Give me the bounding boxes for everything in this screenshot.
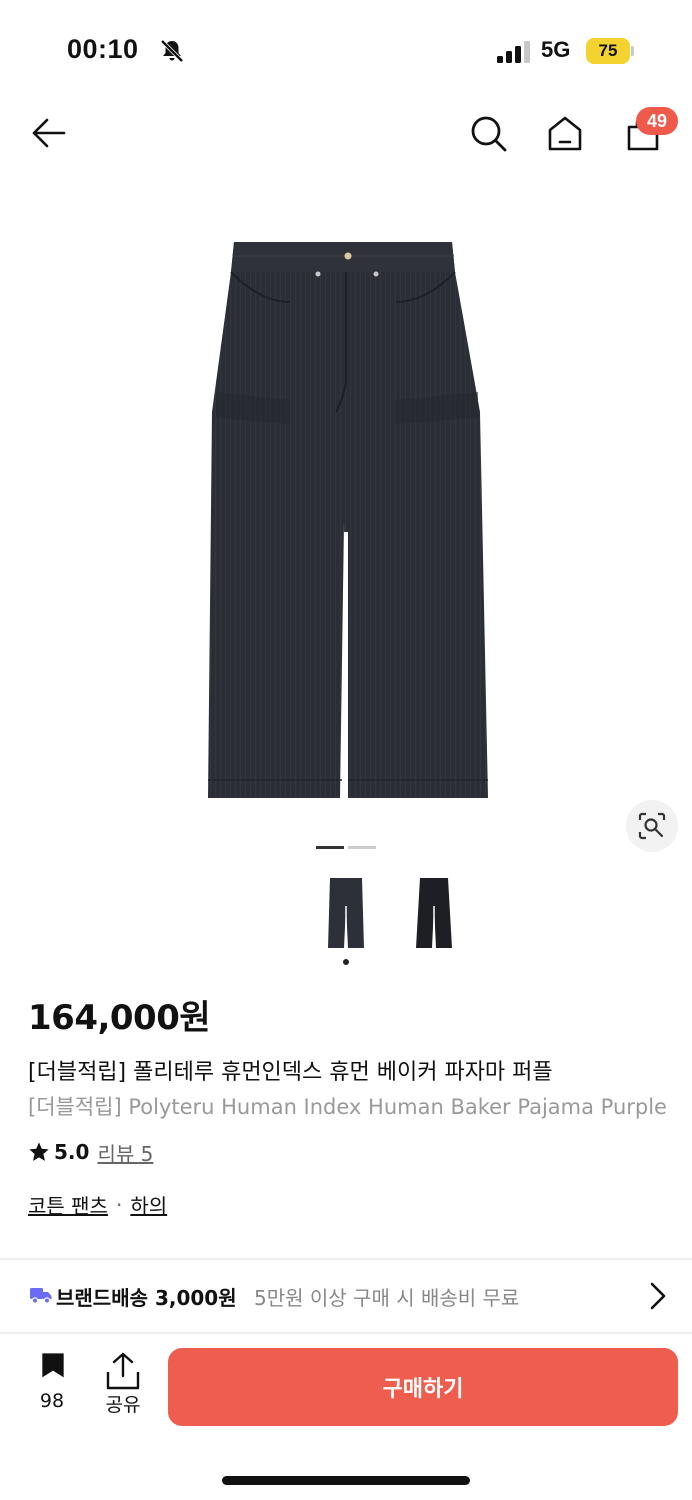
status-time: 00:10 <box>67 34 139 64</box>
search-button[interactable] <box>464 109 512 157</box>
search-icon <box>471 116 507 152</box>
page-indicator-active <box>316 846 344 849</box>
category-cotton-pants[interactable]: 코튼 팬츠 <box>28 1190 108 1219</box>
shipping-info-row[interactable]: 브랜드배송 3,000원 5만원 이상 구매 시 배송비 무료 <box>0 1260 692 1332</box>
category-separator: · <box>115 1192 123 1217</box>
home-indicator <box>222 1476 470 1485</box>
back-arrow-icon <box>32 118 66 148</box>
status-bar: 00:10 5G 75 <box>0 0 692 100</box>
back-button[interactable] <box>24 109 72 157</box>
cart-count-badge: 49 <box>636 107 678 135</box>
thumbnail-2[interactable] <box>414 876 454 950</box>
thumbnail-1[interactable] <box>326 876 366 950</box>
signal-icon <box>497 41 530 63</box>
category-breadcrumb: 코튼 팬츠 · 하의 <box>28 1190 167 1219</box>
rating-value: 5.0 <box>54 1140 90 1164</box>
buy-button[interactable]: 구매하기 <box>168 1348 678 1426</box>
star-icon <box>29 1142 49 1161</box>
battery-icon: 75 <box>586 38 634 64</box>
share-label[interactable]: 공유 <box>93 1390 153 1417</box>
bookmark-icon[interactable] <box>34 1352 72 1392</box>
network-label: 5G <box>541 37 571 62</box>
battery-level: 75 <box>598 41 618 60</box>
lens-search-button[interactable] <box>626 800 678 852</box>
product-title-english: [더블적립] Polyteru Human Index Human Baker … <box>28 1095 667 1119</box>
bookmark-count: 98 <box>39 1390 65 1412</box>
review-link[interactable]: 리뷰 5 <box>97 1138 153 1167</box>
shipping-description: 5만원 이상 구매 시 배송비 무료 <box>254 1286 520 1310</box>
share-icon[interactable] <box>102 1352 144 1392</box>
home-icon <box>548 116 582 151</box>
rating-row: 5.0 리뷰 5 <box>28 1138 153 1166</box>
chevron-right-icon <box>650 1282 666 1310</box>
product-title-korean: [더블적립] 폴리테루 휴먼인덱스 휴먼 베이커 파자마 퍼플 <box>28 1060 553 1085</box>
product-image[interactable] <box>190 232 502 806</box>
product-price: 164,000원 <box>28 998 211 1038</box>
bell-off-icon <box>160 39 184 63</box>
shipping-title: 브랜드배송 3,000원 <box>56 1286 237 1310</box>
page-indicator-inactive <box>348 846 376 849</box>
truck-icon <box>30 1288 52 1304</box>
home-button[interactable] <box>541 109 589 157</box>
thumbnail-selected-dot <box>343 959 349 965</box>
image-page-indicator <box>316 846 376 850</box>
top-nav <box>0 100 692 170</box>
lens-search-icon <box>638 812 666 840</box>
category-bottoms[interactable]: 하의 <box>130 1190 167 1219</box>
